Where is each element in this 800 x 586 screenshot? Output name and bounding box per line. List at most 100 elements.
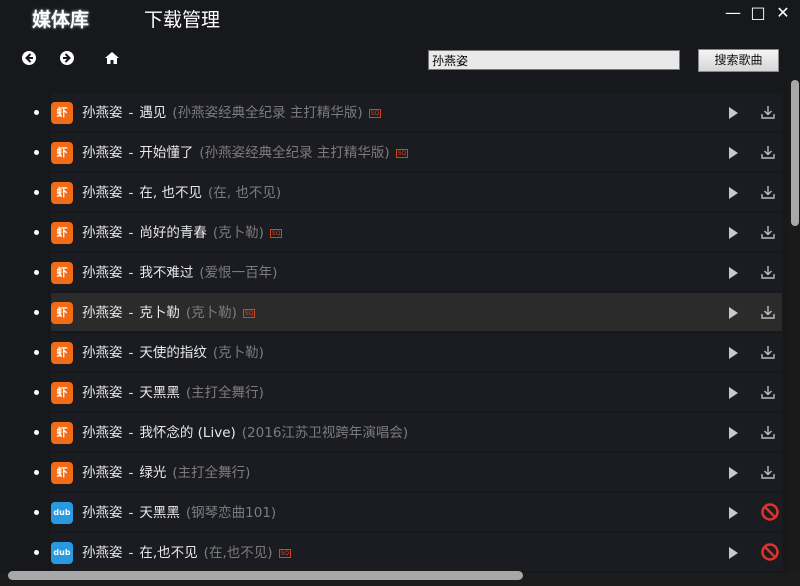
- xiami-source-icon: 虾: [51, 142, 73, 164]
- artist-name: 孙燕姿: [82, 225, 123, 241]
- bullet-dot: [34, 230, 39, 235]
- artist-name: 孙燕姿: [82, 105, 123, 121]
- play-icon[interactable]: [729, 427, 738, 439]
- song-title: 开始懂了: [139, 145, 194, 161]
- artist-name: 孙燕姿: [82, 345, 123, 361]
- download-icon[interactable]: [760, 344, 776, 360]
- song-row[interactable]: 虾 孙燕姿 - 尚好的青春 (克卜勒) SQ: [0, 213, 788, 253]
- bullet-dot: [34, 350, 39, 355]
- play-icon[interactable]: [729, 307, 738, 319]
- play-icon[interactable]: [729, 467, 738, 479]
- xiami-source-icon: 虾: [51, 422, 73, 444]
- xiami-source-icon: 虾: [51, 102, 73, 124]
- search-songs-button[interactable]: 搜索歌曲: [698, 49, 779, 72]
- song-title: 克卜勒: [139, 305, 180, 321]
- song-info: 孙燕姿 - 绿光 (主打全舞行): [82, 463, 250, 483]
- artist-name: 孙燕姿: [82, 505, 123, 521]
- tab-download-manager[interactable]: 下载管理: [144, 8, 220, 32]
- play-icon[interactable]: [729, 227, 738, 239]
- artist-name: 孙燕姿: [82, 425, 123, 441]
- song-info: 孙燕姿 - 我怀念的 (Live) (2016江苏卫视跨年演唱会): [82, 423, 408, 443]
- play-icon[interactable]: [729, 347, 738, 359]
- xiami-source-icon: 虾: [51, 462, 73, 484]
- download-icon[interactable]: [760, 144, 776, 160]
- xiami-source-icon: 虾: [51, 382, 73, 404]
- download-icon[interactable]: [760, 384, 776, 400]
- song-row[interactable]: 虾 孙燕姿 - 天黑黑 (主打全舞行): [0, 373, 788, 413]
- song-row[interactable]: dub 孙燕姿 - 天黑黑 (钢琴恋曲101): [0, 493, 788, 533]
- bullet-dot: [34, 110, 39, 115]
- song-info: 孙燕姿 - 在, 也不见 (在, 也不见): [82, 183, 281, 203]
- song-title: 绿光: [139, 465, 167, 481]
- album-name: (2016江苏卫视跨年演唱会): [241, 425, 409, 441]
- song-row[interactable]: 虾 孙燕姿 - 开始懂了 (孙燕姿经典全纪录 主打精华版) SQ: [0, 133, 788, 173]
- xiami-source-icon: 虾: [51, 342, 73, 364]
- sq-badge: SQ: [278, 548, 292, 558]
- download-icon[interactable]: [760, 224, 776, 240]
- tab-media-library[interactable]: 媒体库: [32, 8, 89, 32]
- play-icon[interactable]: [729, 267, 738, 279]
- forward-button[interactable]: [57, 48, 77, 68]
- back-button[interactable]: [19, 48, 39, 68]
- album-name: (钢琴恋曲101): [185, 505, 277, 521]
- artist-name: 孙燕姿: [82, 465, 123, 481]
- song-info: 孙燕姿 - 克卜勒 (克卜勒) SQ: [82, 303, 256, 323]
- download-icon[interactable]: [760, 104, 776, 120]
- bullet-dot: [34, 310, 39, 315]
- song-title: 天使的指纹: [139, 345, 207, 361]
- song-info: 孙燕姿 - 天黑黑 (钢琴恋曲101): [82, 503, 276, 523]
- song-row[interactable]: 虾 孙燕姿 - 天使的指纹 (克卜勒): [0, 333, 788, 373]
- home-button[interactable]: [102, 48, 122, 68]
- song-row[interactable]: 虾 孙燕姿 - 绿光 (主打全舞行): [0, 453, 788, 493]
- song-row[interactable]: 虾 孙燕姿 - 我不难过 (爱恨一百年): [0, 253, 788, 293]
- song-title: 我不难过: [139, 265, 194, 281]
- play-icon[interactable]: [729, 387, 738, 399]
- download-icon[interactable]: [760, 264, 776, 280]
- xiami-source-icon: 虾: [51, 182, 73, 204]
- xiami-source-icon: 虾: [51, 222, 73, 244]
- duoting-source-icon: dub: [51, 542, 73, 564]
- separator: -: [128, 425, 134, 441]
- song-row[interactable]: 虾 孙燕姿 - 克卜勒 (克卜勒) SQ: [0, 293, 788, 333]
- vertical-scrollbar-thumb[interactable]: [791, 80, 799, 226]
- song-row[interactable]: 虾 孙燕姿 - 遇见 (孙燕姿经典全纪录 主打精华版) SQ: [0, 93, 788, 133]
- download-icon[interactable]: [760, 304, 776, 320]
- download-icon[interactable]: [760, 464, 776, 480]
- minimize-button[interactable]: —: [723, 3, 743, 23]
- bullet-dot: [34, 510, 39, 515]
- download-icon[interactable]: [760, 184, 776, 200]
- sq-badge: SQ: [368, 108, 382, 118]
- maximize-button[interactable]: □: [748, 3, 768, 23]
- horizontal-scrollbar-thumb[interactable]: [8, 571, 523, 580]
- play-icon[interactable]: [729, 547, 738, 559]
- song-row[interactable]: dub 孙燕姿 - 在,也不见 (在,也不见) SQ: [0, 533, 788, 573]
- xiami-source-icon: 虾: [51, 302, 73, 324]
- artist-name: 孙燕姿: [82, 265, 123, 281]
- song-list: 虾 孙燕姿 - 遇见 (孙燕姿经典全纪录 主打精华版) SQ 虾 孙燕姿 - 开始懂了 (孙燕…: [0, 93, 788, 573]
- home-icon: [105, 52, 119, 64]
- song-title: 在, 也不见: [139, 185, 202, 201]
- song-info: 孙燕姿 - 在,也不见 (在,也不见) SQ: [82, 543, 292, 563]
- bullet-dot: [34, 270, 39, 275]
- download-icon[interactable]: [760, 424, 776, 440]
- separator: -: [128, 145, 134, 161]
- song-title: 天黑黑: [139, 505, 180, 521]
- separator: -: [128, 105, 134, 121]
- play-icon[interactable]: [729, 507, 738, 519]
- play-icon[interactable]: [729, 147, 738, 159]
- separator: -: [128, 225, 134, 241]
- song-row[interactable]: 虾 孙燕姿 - 在, 也不见 (在, 也不见): [0, 173, 788, 213]
- song-row[interactable]: 虾 孙燕姿 - 我怀念的 (Live) (2016江苏卫视跨年演唱会): [0, 413, 788, 453]
- search-input[interactable]: [428, 50, 680, 70]
- artist-name: 孙燕姿: [82, 305, 123, 321]
- play-icon[interactable]: [729, 107, 738, 119]
- play-icon[interactable]: [729, 187, 738, 199]
- arrow-right-circle-icon: [60, 51, 74, 65]
- separator: -: [128, 505, 134, 521]
- xiami-source-icon: 虾: [51, 262, 73, 284]
- song-info: 孙燕姿 - 我不难过 (爱恨一百年): [82, 263, 277, 283]
- separator: -: [128, 385, 134, 401]
- close-button[interactable]: ✕: [773, 3, 793, 23]
- bullet-dot: [34, 430, 39, 435]
- sq-badge: SQ: [269, 228, 283, 238]
